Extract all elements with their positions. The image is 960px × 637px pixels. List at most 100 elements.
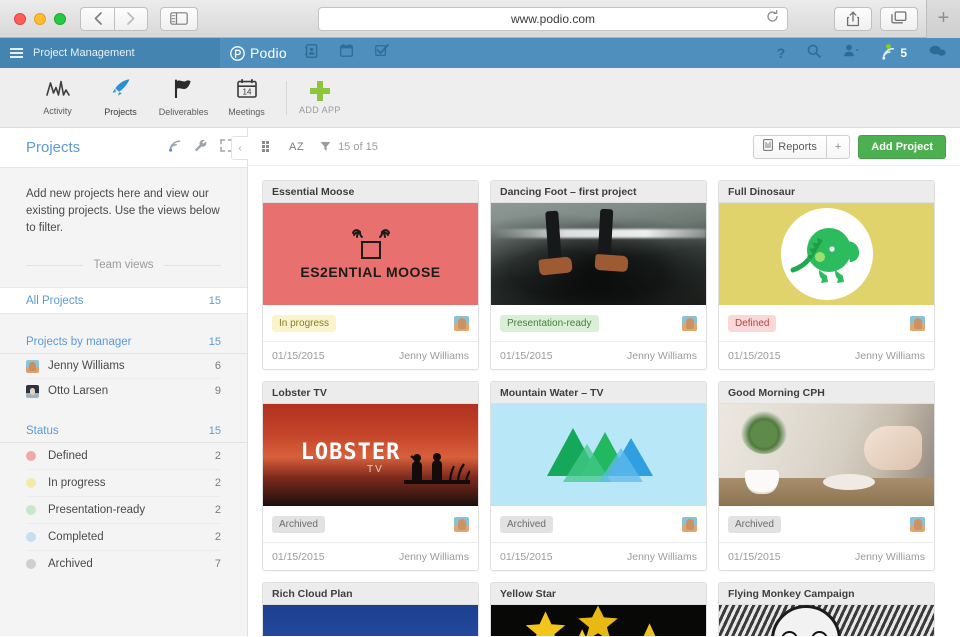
- filter-icon[interactable]: [320, 141, 331, 152]
- project-card[interactable]: Dancing Foot – first project Presentatio…: [490, 180, 707, 370]
- card-media: LOBSTER TV: [263, 404, 478, 506]
- content-actions: Reports + Add Project: [753, 135, 946, 159]
- card-date: 01/15/2015: [272, 551, 325, 563]
- new-tab-button[interactable]: +: [926, 0, 960, 38]
- add-app-button[interactable]: ADD APP: [299, 81, 341, 115]
- user-menu-icon[interactable]: [843, 44, 860, 62]
- workspace-switcher[interactable]: Project Management: [0, 38, 220, 68]
- forward-button[interactable]: [114, 7, 148, 31]
- notification-count: 5: [900, 46, 907, 60]
- browser-window: www.podio.com + Project Management Podio: [0, 0, 960, 637]
- card-meta: Archived: [491, 506, 706, 542]
- project-card[interactable]: Rich Cloud Plan: [262, 582, 479, 636]
- leg-right: [598, 209, 614, 260]
- minimize-window-button[interactable]: [34, 13, 46, 25]
- app-tab-activity[interactable]: Activity: [26, 79, 89, 116]
- project-card[interactable]: Flying Monkey Campaign: [718, 582, 935, 636]
- app-tab-meetings[interactable]: 14 Meetings: [215, 79, 278, 117]
- card-owner: Jenny Williams: [627, 350, 697, 362]
- card-owner: Jenny Williams: [399, 551, 469, 563]
- podio-logo[interactable]: Podio: [230, 45, 287, 61]
- browser-chrome: www.podio.com +: [0, 0, 960, 38]
- card-media: [491, 404, 706, 506]
- tasks-icon[interactable]: [375, 44, 389, 62]
- sidebar-header-icons: [169, 139, 233, 157]
- address-bar[interactable]: www.podio.com: [318, 7, 788, 31]
- status-badge: Archived: [500, 516, 553, 533]
- rocket-icon: [110, 78, 132, 103]
- avatar: [682, 316, 697, 331]
- sidebar-item-label: Archived: [48, 558, 93, 570]
- sidebar-item-status-presentation-ready[interactable]: Presentation-ready 2: [0, 497, 247, 523]
- sidebar-group-projects-by-manager[interactable]: Projects by manager 15: [0, 336, 247, 354]
- sidebar-item-label: Defined: [48, 450, 88, 462]
- project-card[interactable]: Mountain Water – TV: [490, 381, 707, 571]
- menu-icon[interactable]: [10, 48, 23, 58]
- stars-icon: [491, 605, 706, 636]
- sidebar-toggle-button[interactable]: [160, 7, 198, 31]
- sidebar-item-label: Otto Larsen: [48, 385, 108, 397]
- podio-top-nav: Project Management Podio ?: [0, 38, 960, 68]
- dino-circle: [781, 208, 873, 300]
- maximize-window-button[interactable]: [54, 13, 66, 25]
- sort-button[interactable]: AZ: [289, 141, 304, 153]
- project-card[interactable]: Essential Moose ES2ENTIAL MOOSE: [262, 180, 479, 370]
- close-window-button[interactable]: [14, 13, 26, 25]
- wrench-icon[interactable]: [194, 139, 208, 157]
- back-button[interactable]: [80, 7, 114, 31]
- project-card[interactable]: Good Morning CPH Archived: [718, 381, 935, 571]
- app-tab-deliverables[interactable]: Deliverables: [152, 79, 215, 117]
- grid-view-icon[interactable]: [262, 141, 273, 152]
- card-date: 01/15/2015: [728, 350, 781, 362]
- add-project-button[interactable]: Add Project: [858, 135, 946, 159]
- project-card[interactable]: Lobster TV LOBSTER TV: [262, 381, 479, 571]
- sidebar-item-count: 2: [215, 477, 221, 489]
- card-header: Lobster TV: [263, 382, 478, 404]
- reports-button[interactable]: Reports: [753, 135, 826, 159]
- help-icon[interactable]: ?: [777, 45, 786, 61]
- card-footer: 01/15/2015 Jenny Williams: [719, 341, 934, 369]
- sidebar-item-status-in-progress[interactable]: In progress 2: [0, 470, 247, 496]
- card-media: [491, 203, 706, 305]
- flag-icon: [172, 79, 196, 103]
- sidebar-group-status[interactable]: Status 15: [0, 425, 247, 443]
- calendar-icon[interactable]: [340, 44, 353, 62]
- rss-icon[interactable]: [169, 139, 182, 157]
- activity-notifications[interactable]: 5: [882, 46, 907, 60]
- card-media: ES2ENTIAL MOOSE: [263, 203, 478, 305]
- content-area: AZ 15 of 15 Reports: [248, 128, 960, 636]
- reload-icon[interactable]: [766, 10, 779, 28]
- card-date: 01/15/2015: [500, 551, 553, 563]
- sidebar-item-count: 15: [209, 295, 221, 307]
- team-views-divider: Team views: [26, 259, 221, 271]
- content-toolbar: AZ 15 of 15 Reports: [248, 128, 960, 166]
- search-icon[interactable]: [807, 44, 821, 63]
- sidebar-item-status-archived[interactable]: Archived 7: [0, 551, 247, 577]
- sidebar-item-all-projects[interactable]: All Projects 15: [0, 287, 247, 314]
- project-card[interactable]: Yellow Star: [490, 582, 707, 636]
- card-title: Lobster TV: [272, 387, 327, 399]
- card-header: Essential Moose: [263, 181, 478, 203]
- status-dot: [26, 505, 36, 515]
- share-button[interactable]: [834, 7, 872, 31]
- contacts-icon[interactable]: [305, 44, 318, 63]
- project-card[interactable]: Full Dinosaur: [718, 180, 935, 370]
- sidebar-item-status-defined[interactable]: Defined 2: [0, 443, 247, 469]
- add-app-label: ADD APP: [299, 105, 341, 115]
- card-meta: Presentation-ready: [491, 305, 706, 341]
- chat-icon[interactable]: [929, 44, 946, 62]
- avatar: [454, 316, 469, 331]
- card-header: Full Dinosaur: [719, 181, 934, 203]
- status-dot: [26, 559, 36, 569]
- sidebar-item-status-completed[interactable]: Completed 2: [0, 524, 247, 550]
- app-tab-projects[interactable]: Projects: [89, 78, 152, 117]
- sidebar-collapse-button[interactable]: ‹: [231, 136, 248, 160]
- avatar: [910, 517, 925, 532]
- show-tabs-button[interactable]: [880, 7, 918, 31]
- sidebar-group-count: 15: [209, 336, 221, 348]
- reports-more-button[interactable]: +: [826, 135, 850, 159]
- sidebar-description-text: Add new projects here and view our exist…: [26, 186, 221, 237]
- sidebar-item-jenny-williams[interactable]: Jenny Williams 6: [0, 354, 247, 378]
- sidebar-item-otto-larsen[interactable]: Otto Larsen 9: [0, 379, 247, 403]
- boot-left: [538, 256, 572, 275]
